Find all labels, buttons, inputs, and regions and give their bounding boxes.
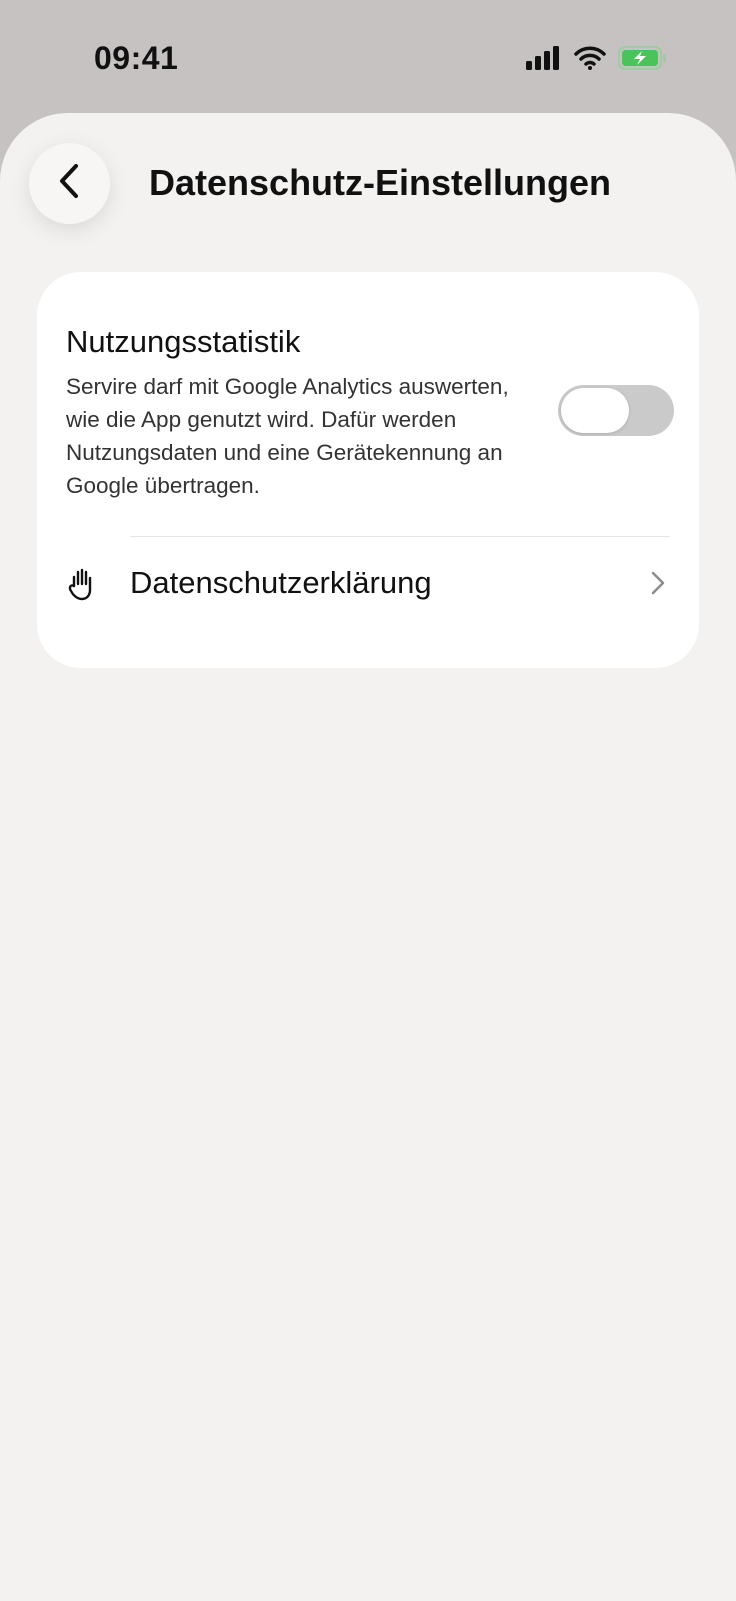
page-title: Datenschutz-Einstellungen	[149, 162, 612, 203]
status-bar: 09:41	[0, 0, 736, 112]
battery-charging-icon	[618, 45, 668, 76]
privacy-settings-card: Nutzungsstatistik Servire darf mit Googl…	[37, 272, 699, 668]
privacy-policy-row[interactable]: Datenschutzerklärung	[37, 538, 699, 648]
wifi-icon	[574, 46, 606, 75]
status-time: 09:41	[94, 40, 179, 76]
usage-stats-toggle[interactable]	[558, 385, 674, 436]
back-button[interactable]	[29, 143, 110, 224]
toggle-knob	[561, 388, 629, 433]
signal-icon	[526, 45, 562, 75]
usage-stats-description: Servire darf mit Google Analytics auswer…	[66, 374, 509, 498]
usage-stats-title: Nutzungsstatistik	[66, 324, 301, 359]
status-icons	[526, 45, 668, 76]
divider	[130, 536, 670, 537]
hand-icon	[67, 567, 97, 601]
chevron-right-icon	[650, 570, 666, 596]
chevron-left-icon	[56, 161, 84, 206]
privacy-policy-label: Datenschutzerklärung	[130, 565, 432, 600]
